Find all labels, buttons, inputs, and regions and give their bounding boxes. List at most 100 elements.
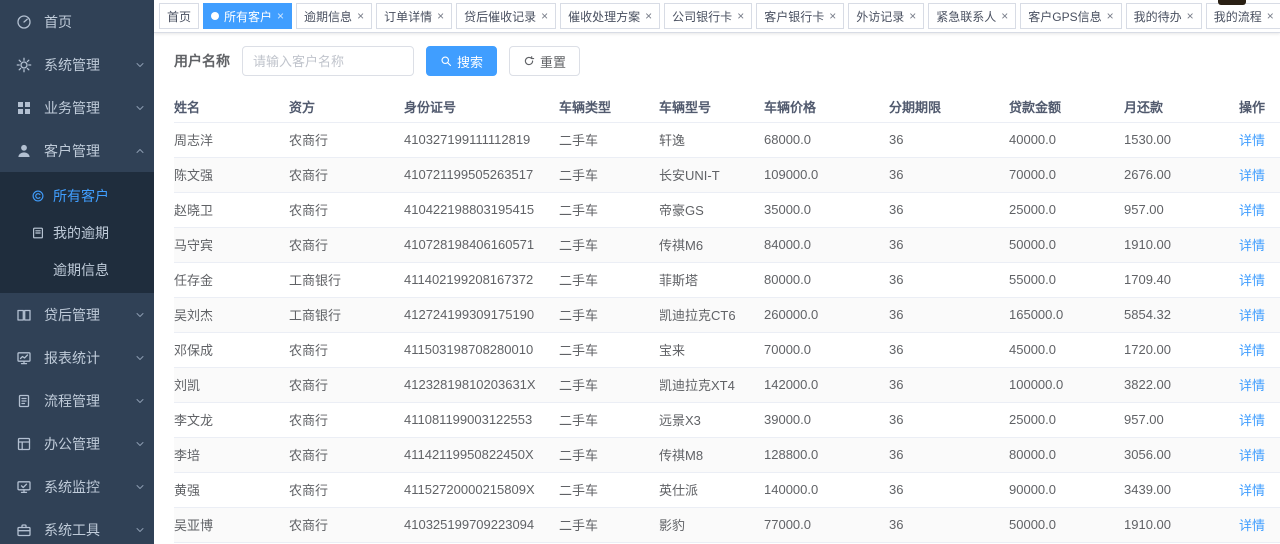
table-cell: 帝豪GS	[659, 192, 764, 227]
table-cell: 412724199309175190	[404, 297, 559, 332]
reset-button-label: 重置	[540, 52, 566, 71]
sidebar-item-4[interactable]: 客户管理	[0, 129, 154, 172]
table-cell: 70000.0	[764, 332, 889, 367]
reset-button[interactable]: 重置	[509, 46, 580, 76]
detail-link[interactable]: 详情	[1239, 133, 1265, 148]
table-cell: 农商行	[289, 157, 404, 192]
table-cell: 宝来	[659, 332, 764, 367]
tab-8[interactable]: 客户银行卡×	[756, 3, 844, 29]
sidebar-item-10[interactable]: 系统工具	[0, 508, 154, 544]
sidebar-item-3[interactable]: 业务管理	[0, 86, 154, 129]
tab-close-icon[interactable]: ×	[1187, 10, 1194, 22]
table-cell: 二手车	[559, 122, 659, 157]
table-cell: 128800.0	[764, 437, 889, 472]
tab-11[interactable]: 客户GPS信息×	[1020, 3, 1121, 29]
sidebar-item-8[interactable]: 办公管理	[0, 422, 154, 465]
table-cell: 二手车	[559, 262, 659, 297]
detail-link[interactable]: 详情	[1239, 448, 1265, 463]
table-cell: 二手车	[559, 227, 659, 262]
table-cell: 109000.0	[764, 157, 889, 192]
sidebar-item-6[interactable]: 报表统计	[0, 336, 154, 379]
tab-close-icon[interactable]: ×	[909, 10, 916, 22]
detail-link[interactable]: 详情	[1239, 168, 1265, 183]
tab-close-icon[interactable]: ×	[645, 10, 652, 22]
table-cell: 40000.0	[1009, 122, 1124, 157]
tab-close-icon[interactable]: ×	[1107, 10, 1114, 22]
sidebar-subitem-2[interactable]: 我的逾期	[0, 214, 154, 251]
table-row: 陈文强农商行410721199505263517二手车长安UNI-T109000…	[174, 157, 1280, 192]
detail-link[interactable]: 详情	[1239, 238, 1265, 253]
tab-close-icon[interactable]: ×	[1001, 10, 1008, 22]
tab-close-icon[interactable]: ×	[737, 10, 744, 22]
office-icon	[16, 436, 32, 452]
search-input[interactable]	[242, 46, 414, 76]
table-cell: 25000.0	[1009, 192, 1124, 227]
sidebar-item-label: 系统工具	[44, 520, 134, 540]
sidebar-item-5[interactable]: 贷后管理	[0, 293, 154, 336]
sidebar-subitem-3[interactable]: 逾期信息	[0, 251, 154, 288]
tab-5[interactable]: 贷后催收记录×	[456, 3, 556, 29]
tab-1[interactable]: 首页	[159, 3, 199, 29]
search-button-label: 搜索	[457, 52, 483, 71]
chevron-down-icon	[134, 102, 146, 114]
table-cell-action: 详情	[1239, 472, 1280, 507]
tab-9[interactable]: 外访记录×	[848, 3, 924, 29]
search-button[interactable]: 搜索	[426, 46, 497, 76]
tab-close-icon[interactable]: ×	[357, 10, 364, 22]
detail-link[interactable]: 详情	[1239, 378, 1265, 393]
tab-4[interactable]: 订单详情×	[376, 3, 452, 29]
detail-link[interactable]: 详情	[1239, 203, 1265, 218]
sidebar-item-label: 报表统计	[44, 348, 134, 368]
table-cell: 90000.0	[1009, 472, 1124, 507]
tab-close-icon[interactable]: ×	[541, 10, 548, 22]
column-header: 车辆型号	[659, 92, 764, 122]
tab-close-icon[interactable]: ×	[829, 10, 836, 22]
table-cell: 55000.0	[1009, 262, 1124, 297]
table-cell-action: 详情	[1239, 157, 1280, 192]
detail-link[interactable]: 详情	[1239, 518, 1265, 533]
table-cell: 农商行	[289, 402, 404, 437]
sidebar-item-1[interactable]: 首页	[0, 0, 154, 43]
table-cell-action: 详情	[1239, 332, 1280, 367]
sidebar-subitem-1[interactable]: 所有客户	[0, 177, 154, 214]
tab-label: 公司银行卡	[672, 8, 732, 25]
table-cell: 410422198803195415	[404, 192, 559, 227]
tab-10[interactable]: 紧急联系人×	[928, 3, 1016, 29]
table-cell-action: 详情	[1239, 367, 1280, 402]
table-cell: 农商行	[289, 437, 404, 472]
active-tab-dot-icon	[211, 12, 219, 20]
chevron-up-icon	[134, 145, 146, 157]
table-cell: 36	[889, 402, 1009, 437]
tab-7[interactable]: 公司银行卡 ×	[664, 3, 752, 29]
sidebar-item-9[interactable]: 系统监控	[0, 465, 154, 508]
table-cell: 410327199111112819	[404, 122, 559, 157]
detail-link[interactable]: 详情	[1239, 343, 1265, 358]
detail-link[interactable]: 详情	[1239, 273, 1265, 288]
column-header: 操作	[1239, 92, 1280, 122]
tab-2[interactable]: 所有客户×	[203, 3, 292, 29]
tab-close-icon[interactable]: ×	[1267, 10, 1274, 22]
table-cell: 1709.40	[1124, 262, 1239, 297]
tab-close-icon[interactable]: ×	[277, 10, 284, 22]
cut-off-image	[1218, 0, 1246, 5]
tab-close-icon[interactable]: ×	[437, 10, 444, 22]
monitor-icon	[16, 479, 32, 495]
detail-link[interactable]: 详情	[1239, 308, 1265, 323]
sidebar-item-2[interactable]: 系统管理	[0, 43, 154, 86]
detail-link[interactable]: 详情	[1239, 413, 1265, 428]
table-cell: 411081199003122553	[404, 402, 559, 437]
table-cell: 36	[889, 367, 1009, 402]
grid-icon	[16, 100, 32, 116]
detail-link[interactable]: 详情	[1239, 483, 1265, 498]
table-cell: 赵晓卫	[174, 192, 289, 227]
table-cell: 36	[889, 472, 1009, 507]
table-cell: 100000.0	[1009, 367, 1124, 402]
tab-13[interactable]: 我的流程×	[1206, 3, 1280, 29]
table-cell: 411503198708280010	[404, 332, 559, 367]
tab-3[interactable]: 逾期信息×	[296, 3, 372, 29]
tab-6[interactable]: 催收处理方案×	[560, 3, 660, 29]
table-cell: 3439.00	[1124, 472, 1239, 507]
sidebar-item-7[interactable]: 流程管理	[0, 379, 154, 422]
chevron-down-icon	[134, 59, 146, 71]
tab-12[interactable]: 我的待办×	[1126, 3, 1202, 29]
